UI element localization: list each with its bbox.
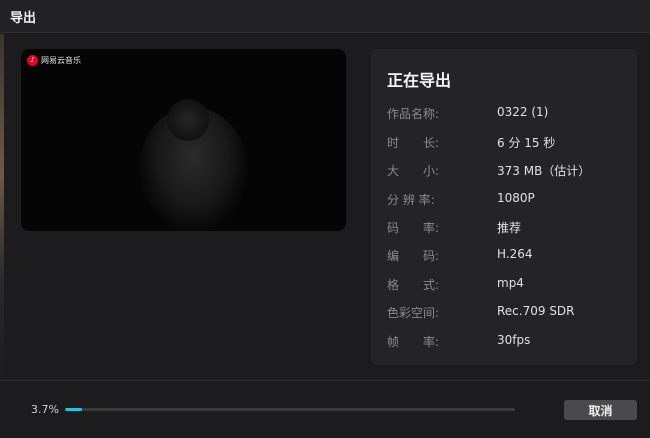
- info-value: mp4: [497, 276, 524, 290]
- video-preview: ♪ 网易云音乐: [21, 49, 346, 231]
- info-row-bitrate: 码 率: 推荐: [387, 219, 627, 237]
- export-status-heading: 正在导出: [387, 71, 452, 90]
- info-row-duration: 时 长: 6 分 15 秒: [387, 134, 627, 152]
- info-value: 0322 (1): [497, 105, 549, 119]
- export-progress-bar: [65, 408, 515, 411]
- background-window-edge: [0, 34, 4, 384]
- info-label: 大 小:: [387, 164, 440, 178]
- preview-figure-head: [167, 99, 209, 141]
- export-info-panel: 正在导出 作品名称: 0322 (1) 时 长: 6 分 15 秒 大 小: 3…: [371, 49, 637, 365]
- info-label: 色彩空间:: [387, 306, 440, 320]
- info-label: 编 码:: [387, 249, 440, 263]
- info-row-color-space: 色彩空间: Rec.709 SDR: [387, 304, 627, 322]
- netease-music-logo-icon: ♪: [27, 55, 38, 66]
- info-label: 时 长:: [387, 136, 440, 150]
- info-label: 帧 率:: [387, 335, 440, 349]
- watermark: ♪ 网易云音乐: [27, 55, 81, 66]
- info-label: 格 式:: [387, 278, 440, 292]
- info-row-frame-rate: 帧 率: 30fps: [387, 333, 627, 351]
- dialog-title: 导出: [10, 11, 37, 26]
- info-row-codec: 编 码: H.264: [387, 247, 627, 265]
- watermark-text: 网易云音乐: [41, 56, 81, 65]
- cancel-button[interactable]: 取消: [564, 400, 637, 420]
- info-row-name: 作品名称: 0322 (1): [387, 105, 627, 123]
- info-value: 30fps: [497, 333, 531, 347]
- info-value: 推荐: [497, 221, 522, 235]
- info-label: 作品名称:: [387, 107, 440, 121]
- footer-divider: [0, 380, 650, 381]
- info-label: 分 辨 率:: [387, 193, 435, 207]
- info-value: H.264: [497, 247, 533, 261]
- progress-percent: 3.7%: [31, 403, 59, 416]
- info-value: 373 MB（估计）: [497, 164, 591, 178]
- title-bar: 导出: [0, 0, 650, 33]
- export-progress-fill: [65, 408, 82, 411]
- info-row-format: 格 式: mp4: [387, 276, 627, 294]
- info-row-resolution: 分 辨 率: 1080P: [387, 191, 627, 209]
- info-row-size: 大 小: 373 MB（估计）: [387, 162, 627, 180]
- info-value: Rec.709 SDR: [497, 304, 575, 318]
- info-value: 1080P: [497, 191, 535, 205]
- info-value: 6 分 15 秒: [497, 136, 556, 150]
- info-label: 码 率:: [387, 221, 440, 235]
